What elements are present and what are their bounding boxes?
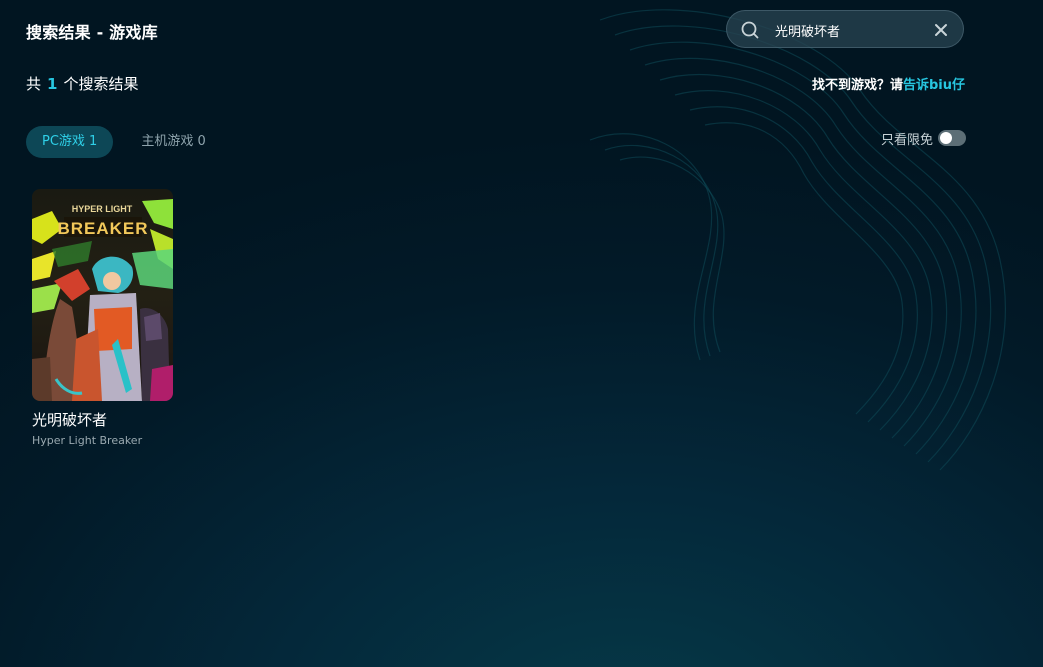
platform-tabs: PC游戏 1 主机游戏 0 [26,126,222,158]
game-title[interactable]: 光明破坏者 [32,409,173,430]
toggle-knob [940,132,952,144]
feedback-link[interactable]: 告诉biu仔 [903,78,965,93]
search-icon[interactable] [740,20,760,40]
game-subtitle: Hyper Light Breaker [32,434,143,447]
cover-title-main: BREAKER [57,219,148,238]
close-icon[interactable] [934,23,948,37]
cover-title-top: HYPER LIGHT [72,204,133,214]
page-title: 搜索结果 - 游戏库 [26,23,158,42]
free-only-label: 只看限免 [880,132,933,148]
free-only-toggle[interactable] [938,130,966,146]
background-rings-decoration [589,9,1006,471]
feedback-prompt: 找不到游戏？请告诉biu仔 [812,74,965,93]
tab-pc-games[interactable]: PC游戏 1 [26,126,114,158]
result-count-suffix: 个搜索结果 [63,75,139,93]
search-box[interactable] [726,10,964,48]
free-only-filter: 只看限免 [881,128,966,148]
game-cover-image[interactable]: HYPER LIGHT BREAKER [32,189,173,401]
tab-console-games[interactable]: 主机游戏 0 [125,126,221,158]
result-count-number: 1 [47,75,58,93]
result-count: 共 1 个搜索结果 [26,73,138,94]
search-input[interactable] [775,19,925,41]
feedback-text: 找不到游戏？请 [811,78,903,93]
result-count-prefix: 共 [26,75,42,93]
game-card[interactable]: HYPER LIGHT BREAKER 光明破坏者 Hyper Light Br… [32,189,173,447]
